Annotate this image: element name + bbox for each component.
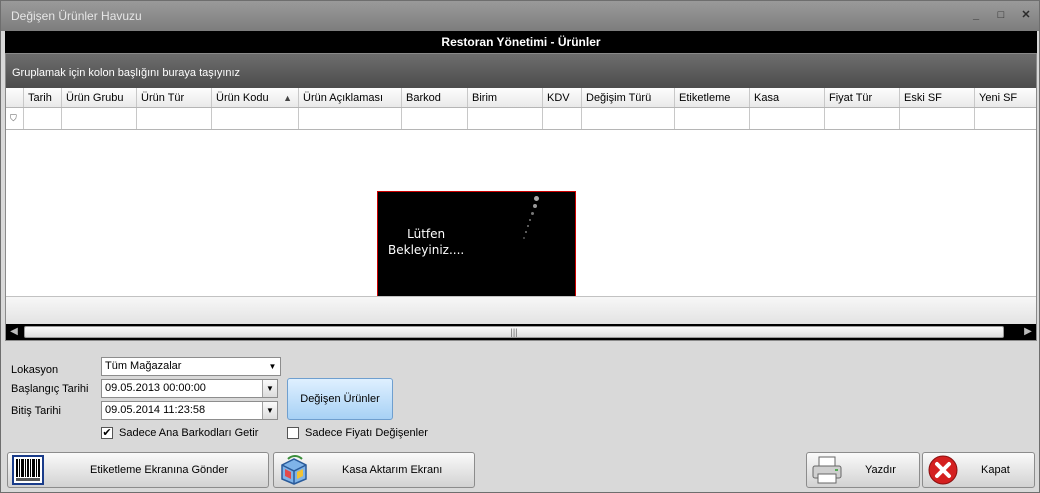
- spinner-dot: [527, 225, 529, 227]
- checkbox-checked-icon[interactable]: ✔: [101, 427, 113, 439]
- close-window-button[interactable]: ✕: [1019, 9, 1033, 21]
- filter-cell[interactable]: [543, 108, 582, 129]
- filter-indicator: ⛉: [6, 108, 24, 129]
- group-hint: Gruplamak için kolon başlığını buraya ta…: [12, 67, 241, 79]
- grid-footer: [6, 296, 1036, 324]
- end-date-picker[interactable]: 09.05.2014 11:23:58 ▼: [101, 401, 278, 420]
- spinner-dot: [531, 212, 534, 215]
- col-urun-grubu[interactable]: Ürün Grubu: [62, 88, 137, 107]
- col-barkod[interactable]: Barkod: [402, 88, 468, 107]
- col-degisim-turu[interactable]: Değişim Türü: [582, 88, 675, 107]
- cash-transfer-button[interactable]: Kasa Aktarım Ekranı: [273, 452, 475, 488]
- loading-message: Lütfen Bekleyiniz....: [388, 226, 464, 258]
- filter-cell[interactable]: [299, 108, 402, 129]
- loading-line-2: Bekleyiniz....: [388, 243, 465, 257]
- loading-panel: Lütfen Bekleyiniz....: [377, 191, 576, 300]
- scroll-left-icon[interactable]: ◀: [6, 324, 22, 340]
- app-window: Değişen Ürünler Havuzu _ □ ✕ Restoran Yö…: [0, 0, 1040, 493]
- col-eski-sf[interactable]: Eski SF: [900, 88, 975, 107]
- loading-line-1: Lütfen: [407, 227, 446, 241]
- col-yeni-sf[interactable]: Yeni SF: [975, 88, 1036, 107]
- title-bar: Değişen Ürünler Havuzu _ □ ✕: [1, 1, 1039, 31]
- filter-cell[interactable]: [402, 108, 468, 129]
- minimize-button[interactable]: _: [969, 9, 983, 21]
- filter-cell[interactable]: [137, 108, 212, 129]
- close-label: Kapat: [981, 464, 1010, 476]
- sort-ascending-icon: ▲: [283, 93, 292, 103]
- close-button[interactable]: Kapat: [922, 452, 1035, 488]
- filter-cell[interactable]: [675, 108, 750, 129]
- spinner-dot: [534, 196, 539, 201]
- only-main-barcodes-checkbox[interactable]: ✔ Sadece Ana Barkodları Getir: [101, 427, 258, 439]
- print-label: Yazdır: [865, 464, 896, 476]
- col-birim[interactable]: Birim: [468, 88, 543, 107]
- box-transfer-icon: [281, 455, 307, 485]
- horizontal-scrollbar[interactable]: ◀ ||| ▶: [6, 324, 1036, 340]
- barcode-icon: [12, 455, 44, 485]
- start-date-value: 09.05.2013 00:00:00: [105, 382, 206, 394]
- checkbox-unchecked-icon[interactable]: [287, 427, 299, 439]
- group-panel[interactable]: Gruplamak için kolon başlığını buraya ta…: [6, 54, 1036, 88]
- column-header-row: Tarih Ürün Grubu Ürün Tür Ürün Kodu ▲ Ür…: [6, 88, 1036, 108]
- spinner-dot: [529, 219, 531, 221]
- filter-cell[interactable]: [975, 108, 1036, 129]
- lokasyon-value: Tüm Mağazalar: [105, 360, 182, 372]
- col-tarih[interactable]: Tarih: [24, 88, 62, 107]
- products-grid: Gruplamak için kolon başlığını buraya ta…: [5, 53, 1037, 341]
- printer-icon: [812, 456, 842, 484]
- filter-cell[interactable]: [212, 108, 299, 129]
- auto-filter-row: ⛉: [6, 108, 1036, 130]
- filter-cell[interactable]: [825, 108, 900, 129]
- chevron-down-icon[interactable]: ▼: [262, 380, 277, 397]
- col-urun-aciklamasi[interactable]: Ürün Açıklaması: [299, 88, 402, 107]
- maximize-button[interactable]: □: [994, 9, 1008, 21]
- filter-cell[interactable]: [750, 108, 825, 129]
- spinner-dot: [533, 204, 537, 208]
- filter-cell[interactable]: [582, 108, 675, 129]
- scroll-right-icon[interactable]: ▶: [1020, 324, 1036, 340]
- close-x-icon: [928, 455, 958, 485]
- only-price-changed-checkbox[interactable]: Sadece Fiyatı Değişenler: [287, 427, 428, 439]
- window-title: Değişen Ürünler Havuzu: [11, 9, 142, 23]
- spinner-dot: [523, 237, 525, 239]
- filter-cell[interactable]: [900, 108, 975, 129]
- only-main-barcodes-label: Sadece Ana Barkodları Getir: [119, 427, 259, 439]
- start-date-label: Başlangıç Tarihi: [11, 383, 89, 395]
- col-urun-tur[interactable]: Ürün Tür: [137, 88, 212, 107]
- end-date-label: Bitiş Tarihi: [11, 405, 61, 417]
- filter-cell[interactable]: [468, 108, 543, 129]
- lokasyon-select[interactable]: Tüm Mağazalar ▼: [101, 357, 281, 376]
- start-date-picker[interactable]: 09.05.2013 00:00:00 ▼: [101, 379, 278, 398]
- label-screen-label: Etiketleme Ekranına Gönder: [90, 464, 229, 476]
- col-etiketleme[interactable]: Etiketleme: [675, 88, 750, 107]
- filter-icon: ⛉: [10, 113, 17, 123]
- filter-form: Lokasyon Tüm Mağazalar ▼ Başlangıç Tarih…: [5, 347, 1037, 447]
- col-kdv[interactable]: KDV: [543, 88, 582, 107]
- page-title: Restoran Yönetimi - Ürünler: [5, 31, 1037, 53]
- col-kasa[interactable]: Kasa: [750, 88, 825, 107]
- col-fiyat-tur[interactable]: Fiyat Tür: [825, 88, 900, 107]
- col-urun-kodu-label: Ürün Kodu: [216, 92, 269, 104]
- row-indicator-header: [6, 88, 24, 107]
- only-price-changed-label: Sadece Fiyatı Değişenler: [305, 427, 428, 439]
- changed-products-button[interactable]: Değişen Ürünler: [287, 378, 393, 420]
- chevron-down-icon[interactable]: ▼: [262, 402, 277, 419]
- end-date-value: 09.05.2014 11:23:58: [105, 404, 206, 416]
- filter-cell[interactable]: [24, 108, 62, 129]
- spinner-dot: [525, 231, 527, 233]
- scroll-thumb[interactable]: |||: [24, 326, 1004, 338]
- print-button[interactable]: Yazdır: [806, 452, 920, 488]
- label-screen-button[interactable]: Etiketleme Ekranına Gönder: [7, 452, 269, 488]
- cash-transfer-label: Kasa Aktarım Ekranı: [342, 464, 443, 476]
- col-urun-kodu[interactable]: Ürün Kodu ▲: [212, 88, 299, 107]
- chevron-down-icon[interactable]: ▼: [265, 358, 280, 375]
- lokasyon-label: Lokasyon: [11, 364, 59, 376]
- filter-cell[interactable]: [62, 108, 137, 129]
